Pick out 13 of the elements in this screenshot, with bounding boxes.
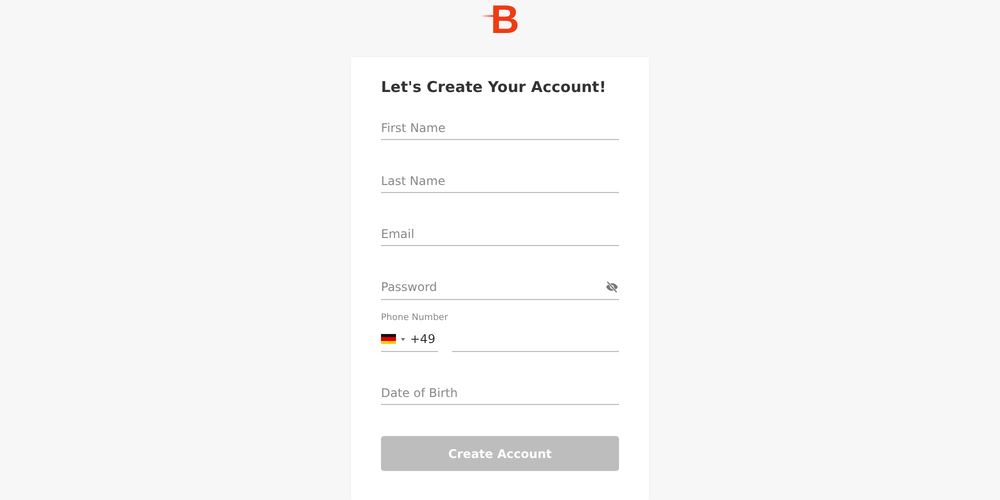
input-field[interactable]: First Name: [381, 116, 619, 140]
eye-slash-icon[interactable]: [605, 280, 619, 294]
country-code-select[interactable]: +49: [381, 327, 438, 352]
input-field[interactable]: Last Name: [381, 169, 619, 193]
caret-icon: [401, 338, 405, 340]
dial-code: +49: [410, 332, 436, 346]
logo[interactable]: B: [480, 0, 520, 40]
form-title: Let's Create Your Account!: [381, 78, 608, 96]
password-field[interactable]: Password: [381, 275, 605, 299]
germany-flag-icon: [381, 334, 396, 344]
field-label: Phone Number: [381, 313, 449, 323]
input-field[interactable]: Email: [381, 222, 619, 246]
input-field[interactable]: Date of Birth: [381, 381, 619, 405]
